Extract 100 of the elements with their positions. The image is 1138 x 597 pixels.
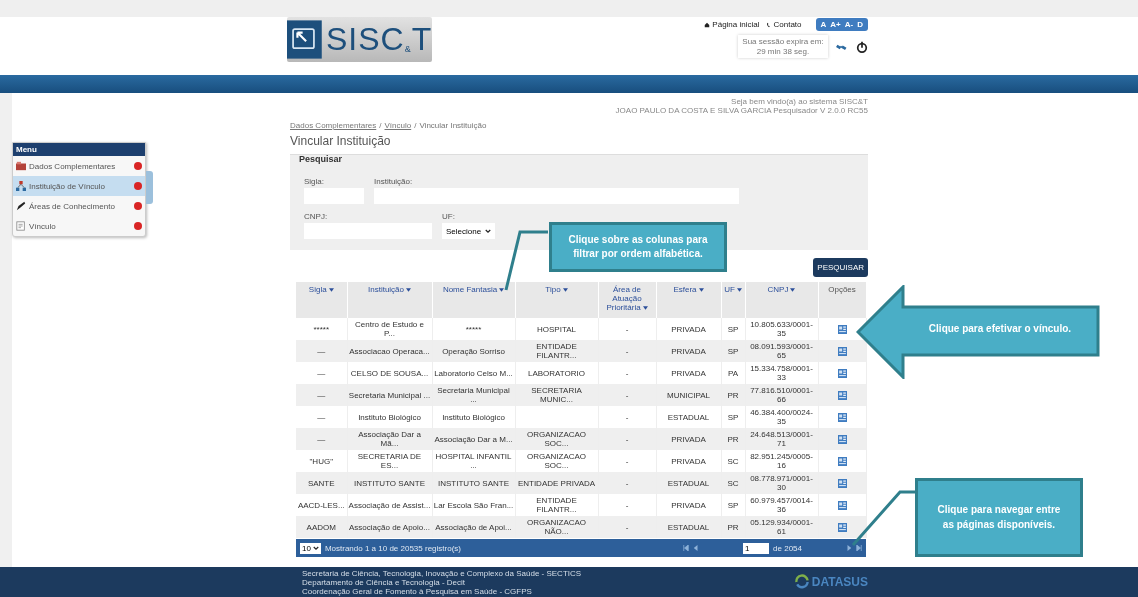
caret-icon xyxy=(499,288,505,292)
column-header[interactable]: Área de Atuação Prioritária xyxy=(598,282,656,318)
card-icon[interactable] xyxy=(837,434,847,444)
table-cell: - xyxy=(598,428,656,450)
page-total: de 2054 xyxy=(773,543,802,553)
breadcrumb-link[interactable]: Vínculo xyxy=(384,121,412,130)
table-cell: PR xyxy=(721,384,745,406)
column-header[interactable]: Esfera xyxy=(656,282,721,318)
next-page-icon[interactable] xyxy=(846,545,852,551)
field-label: Sigla: xyxy=(304,177,325,186)
menu-item-label: Dados Complementares xyxy=(29,161,117,171)
table-cell: ESTADUAL xyxy=(656,516,721,538)
swirl-logo-icon xyxy=(793,574,810,590)
menu-item[interactable]: Áreas de Conhecimento xyxy=(13,196,145,216)
column-header: Opções xyxy=(818,282,866,318)
footer-logo-text: DATASUS xyxy=(811,575,868,589)
font-size-button[interactable]: A- xyxy=(842,19,856,30)
session-timer: Sua sessão expira em: 29 min 38 seg. xyxy=(738,35,828,59)
font-size-button[interactable]: D xyxy=(855,19,865,30)
column-header[interactable]: Instituição xyxy=(347,282,432,318)
column-header[interactable]: CNPJ xyxy=(745,282,818,318)
table-cell: SANTE xyxy=(296,472,347,494)
font-size-button[interactable]: A xyxy=(818,19,829,30)
table-cell: 08.091.593/0001-65 xyxy=(745,340,818,362)
caret-icon xyxy=(642,306,648,310)
status-dot xyxy=(134,182,142,190)
table-cell: - xyxy=(598,516,656,538)
card-icon[interactable] xyxy=(837,346,847,356)
card-icon[interactable] xyxy=(837,456,847,466)
card-icon[interactable] xyxy=(837,500,847,510)
table-cell: INSTITUTO SANTE xyxy=(347,472,432,494)
callout: Clique para navegar entre as páginas disponíveis. xyxy=(915,478,1083,557)
card-icon[interactable] xyxy=(837,324,847,334)
callout-text: Clique para efetivar o vínculo. xyxy=(927,323,1073,334)
table-cell: SC xyxy=(721,472,745,494)
field-label: CNPJ: xyxy=(304,212,329,221)
first-page-icon[interactable] xyxy=(683,545,690,551)
page-size-select[interactable]: 10 xyxy=(300,542,321,554)
home-icon xyxy=(704,21,711,28)
card-icon[interactable] xyxy=(837,368,847,378)
caret-icon xyxy=(406,288,411,292)
table-cell: Operação Sorriso xyxy=(432,340,515,362)
table-cell: SP xyxy=(721,340,745,362)
table-cell: Associacao Operaca... xyxy=(347,340,432,362)
card-icon[interactable] xyxy=(837,478,847,488)
table-cell: ORGANIZACAO NÃO... xyxy=(515,516,598,538)
column-header[interactable]: Sigla xyxy=(296,282,347,318)
table-cell: — xyxy=(296,428,347,450)
power-icon[interactable] xyxy=(856,40,868,53)
table-cell: 77.816.510/0001-66 xyxy=(745,384,818,406)
home-link[interactable]: Página inicial xyxy=(704,20,760,29)
menu-item-label: Vínculo xyxy=(29,221,57,231)
breadcrumb-separator: / xyxy=(379,121,382,130)
table-cell: Secretaria Municipal ... xyxy=(432,384,515,406)
chevron-down-icon xyxy=(312,545,319,551)
menu-title: Menu xyxy=(13,143,145,156)
card-icon[interactable] xyxy=(837,412,847,422)
uf-select[interactable]: Selecione xyxy=(442,223,496,239)
last-page-icon[interactable] xyxy=(856,545,862,551)
column-header[interactable]: Nome Fantasia xyxy=(432,282,515,318)
table-cell: PRIVADA xyxy=(656,428,721,450)
column-header[interactable]: UF xyxy=(721,282,745,318)
menu-item[interactable]: Dados Complementares xyxy=(13,156,145,176)
table-cell: - xyxy=(598,384,656,406)
card-icon[interactable] xyxy=(837,390,847,400)
previous-page-icon[interactable] xyxy=(693,545,700,551)
footer-text: Coordenação Geral de Fomento à Pesquisa em Saúde - CGFPS xyxy=(302,586,533,596)
table-cell: — xyxy=(296,384,347,406)
table-cell: ORGANIZACAO SOC... xyxy=(515,428,598,450)
table-cell: 24.648.513/0001-71 xyxy=(745,428,818,450)
page-number-field[interactable]: 1 xyxy=(743,542,770,554)
breadcrumb-link[interactable]: Dados Complementares xyxy=(290,121,377,130)
menu-collapse-handle[interactable] xyxy=(146,171,153,204)
leader-line xyxy=(851,490,917,547)
status-dot xyxy=(134,222,142,230)
table-cell: 08.778.971/0001-30 xyxy=(745,472,818,494)
page-title: Vincular Instituição xyxy=(290,134,392,148)
chevron-down-icon xyxy=(485,228,492,234)
status-dot xyxy=(134,202,142,210)
records-summary: Mostrando 1 a 10 de 20535 registro(s) xyxy=(324,543,461,553)
footer-text: Departamento de Ciência e Tecnologia - Decit xyxy=(302,577,467,587)
search-button[interactable]: PESQUISAR xyxy=(813,258,868,277)
logo: SISC$_{&}$T xyxy=(287,17,433,62)
table-cell: PRIVADA xyxy=(656,340,721,362)
breadcrumb-current: Vincular Instituição xyxy=(419,121,487,130)
document-icon xyxy=(16,221,26,231)
contact-link[interactable]: Contato xyxy=(765,20,802,29)
menu-item-label: Áreas de Conhecimento xyxy=(29,201,116,211)
font-size-button[interactable]: A+ xyxy=(828,19,843,30)
caret-icon xyxy=(328,288,334,292)
field-label: Instituição: xyxy=(374,177,414,186)
column-header[interactable]: Tipo xyxy=(515,282,598,318)
menu-item[interactable]: Instituição de Vínculo xyxy=(13,176,145,196)
table-cell: AADOM xyxy=(296,516,347,538)
callout: Clique sobre as colunas para filtrar por ordem alfabética. xyxy=(549,222,727,272)
welcome-text: JOAO PAULO DA COSTA E SILVA GARCIA Pesquisador V 2.0.0 RC55 xyxy=(614,106,868,115)
menu-item[interactable]: Vínculo xyxy=(13,216,145,236)
table-cell: PR xyxy=(721,428,745,450)
breadcrumb-separator: / xyxy=(414,121,417,130)
card-icon[interactable] xyxy=(837,522,847,532)
